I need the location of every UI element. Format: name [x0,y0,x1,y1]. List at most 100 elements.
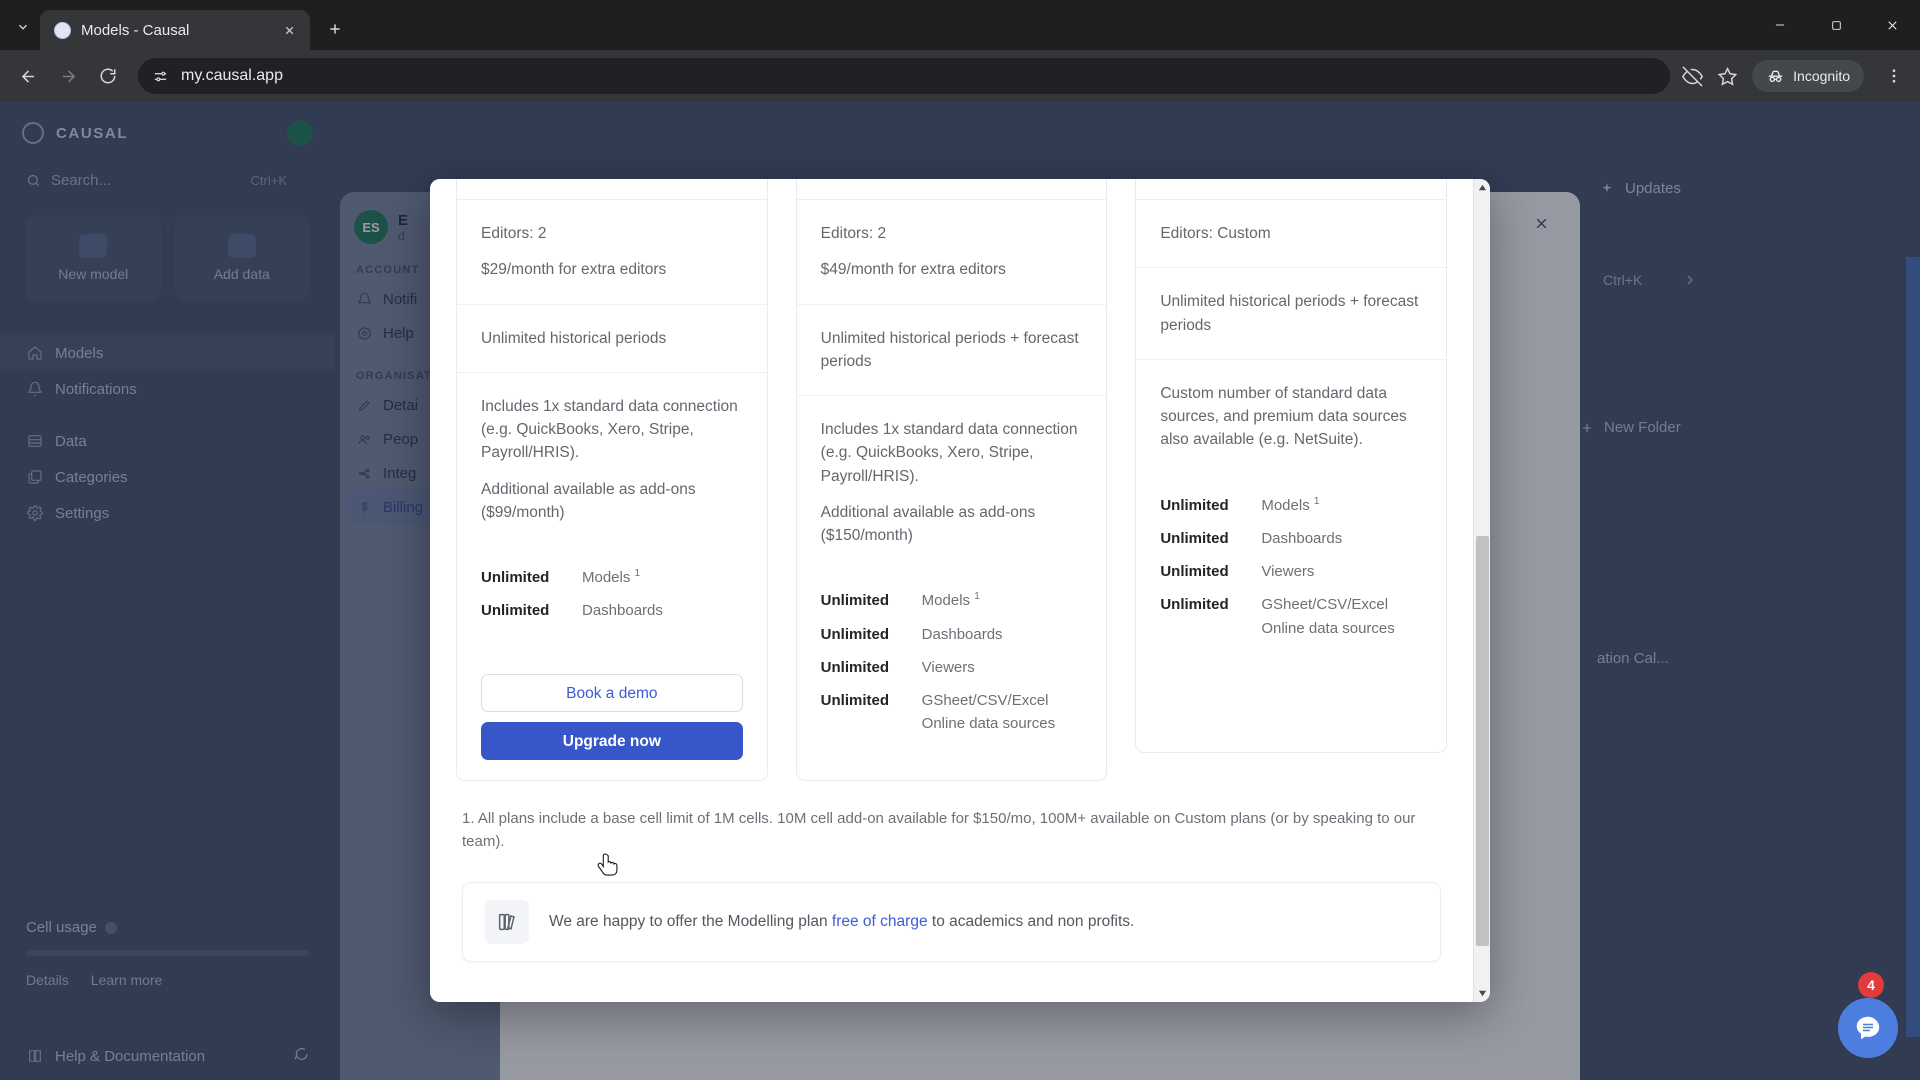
plan-actions: Book a demo Upgrade now [457,674,767,760]
plan-editors: Editors: Custom [1160,225,1271,242]
promo-prefix: We are happy to offer the Modelling plan [549,912,832,930]
triangle-up-icon[interactable] [1474,179,1490,196]
eye-off-icon[interactable] [1682,65,1704,87]
plus-icon[interactable] [318,12,352,46]
browser-window: Models - Causal my.causal.app Incognito … [0,0,1920,1080]
tune-icon[interactable] [152,68,169,85]
upgrade-now-button[interactable]: Upgrade now [481,722,743,760]
plan-specs: Unlimited Models 1 Unlimited Dashboards [457,546,767,633]
spec-row: Unlimited Models 1 [481,566,743,589]
books-icon [485,899,529,944]
tab-strip: Models - Causal [0,0,1920,50]
spec-row: Unlimited GSheet/CSV/Excel Online data s… [821,689,1083,736]
page-viewport: CAUSAL Search... Ctrl+K New model Add da… [0,102,1920,1080]
spec-row: Unlimited Models 1 [1160,494,1422,517]
spec-label: Models 1 [921,591,980,610]
book-a-demo-button[interactable]: Book a demo [481,674,743,712]
spec-label: Viewers [921,658,975,676]
plan-periods-block: Unlimited historical periods [457,305,767,373]
arrow-right-icon [50,58,86,94]
plan-connections: Includes 1x standard data connection (e.… [481,397,738,462]
spec-row: Unlimited Viewers [1160,560,1422,583]
plan-card-left: Editors: 2 $29/month for extra editors U… [456,179,768,781]
plan-periods: Unlimited historical periods + forecast … [1160,293,1419,334]
url-text: my.causal.app [181,67,283,84]
reload-icon[interactable] [90,58,126,94]
plan-card-middle: Editors: 2 $49/month for extra editors U… [795,179,1108,781]
arrow-left-icon[interactable] [10,58,46,94]
window-close-icon[interactable] [1864,0,1920,50]
plan-header-clipped [457,179,767,200]
spec-label: GSheet/CSV/Excel Online data sources [921,692,1056,733]
modal-scroll-area: Editors: 2 $29/month for extra editors U… [430,179,1473,1002]
plan-connections-block: Custom number of standard data sources, … [1136,360,1446,474]
plan-specs: Unlimited Models 1 Unlimited Dashboards … [1136,474,1446,650]
plan-periods-block: Unlimited historical periods + forecast … [796,305,1107,396]
spec-label: Models 1 [1261,495,1320,514]
plan-connections: Includes 1x standard data connection (e.… [820,421,1078,485]
scrollbar-thumb[interactable] [1476,536,1489,946]
incognito-label: Incognito [1793,68,1850,84]
spec-quantity: Unlimited [820,625,890,643]
plan-extra-editors-price: $29/month for extra editors [481,261,667,279]
free-of-charge-link[interactable]: free of charge [832,913,928,930]
plan-editors-block: Editors: Custom [1136,200,1447,269]
spec-row: Unlimited Models 1 [821,589,1083,612]
upgrade-plans-modal: Editors: 2 $29/month for extra editors U… [430,179,1490,1002]
plan-periods: Unlimited historical periods + forecast … [820,329,1079,370]
spec-quantity: Unlimited [481,602,550,620]
plan-connections-block: Includes 1x standard data connection (e.… [797,396,1107,569]
chevron-down-icon[interactable] [6,10,40,44]
spec-label: GSheet/CSV/Excel Online data sources [1261,596,1395,637]
chat-unread-badge: 4 [1858,972,1884,998]
plan-header-clipped [1136,179,1447,200]
plan-header-clipped [796,179,1107,200]
promo-suffix: to academics and non profits. [927,912,1135,930]
browser-toolbar: my.causal.app Incognito [0,50,1920,102]
toolbar-actions: Incognito [1682,58,1910,94]
maximize-icon[interactable] [1808,0,1864,50]
spec-quantity: Unlimited [481,569,550,586]
spec-row: Unlimited GSheet/CSV/Excel Online data s… [1160,593,1422,640]
plan-periods-block: Unlimited historical periods + forecast … [1136,268,1447,360]
plan-periods: Unlimited historical periods [481,329,667,347]
window-controls [1752,0,1920,50]
spec-quantity: Unlimited [1160,496,1229,514]
plan-extra-editors-price: $49/month for extra editors [820,261,1006,279]
spec-label: Dashboards [1261,529,1343,547]
plan-editors: Editors: 2 [820,225,887,242]
chat-bubble-icon [1853,1013,1883,1043]
modal-scrollbar[interactable] [1473,179,1490,1002]
academics-promo-banner: We are happy to offer the Modelling plan… [462,881,1441,962]
spec-row: Unlimited Dashboards [481,599,743,622]
spec-quantity: Unlimited [1160,596,1229,614]
minimize-icon[interactable] [1752,0,1808,50]
chat-launcher-button[interactable]: 4 [1838,972,1898,1058]
kebab-menu-icon[interactable] [1878,58,1910,94]
triangle-down-icon[interactable] [1474,985,1490,1002]
circle-favicon [54,21,71,39]
address-bar[interactable]: my.causal.app [138,58,1671,94]
incognito-indicator[interactable]: Incognito [1752,60,1864,92]
browser-tab[interactable]: Models - Causal [40,10,310,50]
plan-card-right: Editors: Custom Unlimited historical per… [1135,179,1448,753]
spec-row: Unlimited Dashboards [1160,527,1422,550]
plan-columns: Editors: 2 $29/month for extra editors U… [430,179,1473,781]
promo-text: We are happy to offer the Modelling plan… [549,913,1134,931]
spec-quantity: Unlimited [820,692,890,709]
plan-connections: Custom number of standard data sources, … [1160,384,1407,449]
spec-quantity: Unlimited [1160,563,1229,580]
close-icon[interactable] [278,19,300,41]
plan-connections-block: Includes 1x standard data connection (e.… [457,373,767,546]
spec-quantity: Unlimited [1160,529,1229,547]
tab-title: Models - Causal [81,21,190,39]
incognito-icon [1766,67,1785,86]
spec-label: Viewers [1261,563,1315,580]
plan-editors-block: Editors: 2 $49/month for extra editors [796,200,1107,305]
spec-row: Unlimited Dashboards [821,623,1083,646]
spec-label: Dashboards [921,625,1003,643]
star-icon[interactable] [1717,66,1738,87]
spec-label: Dashboards [582,602,663,620]
spec-label: Models 1 [582,568,641,586]
spec-quantity: Unlimited [820,658,890,676]
